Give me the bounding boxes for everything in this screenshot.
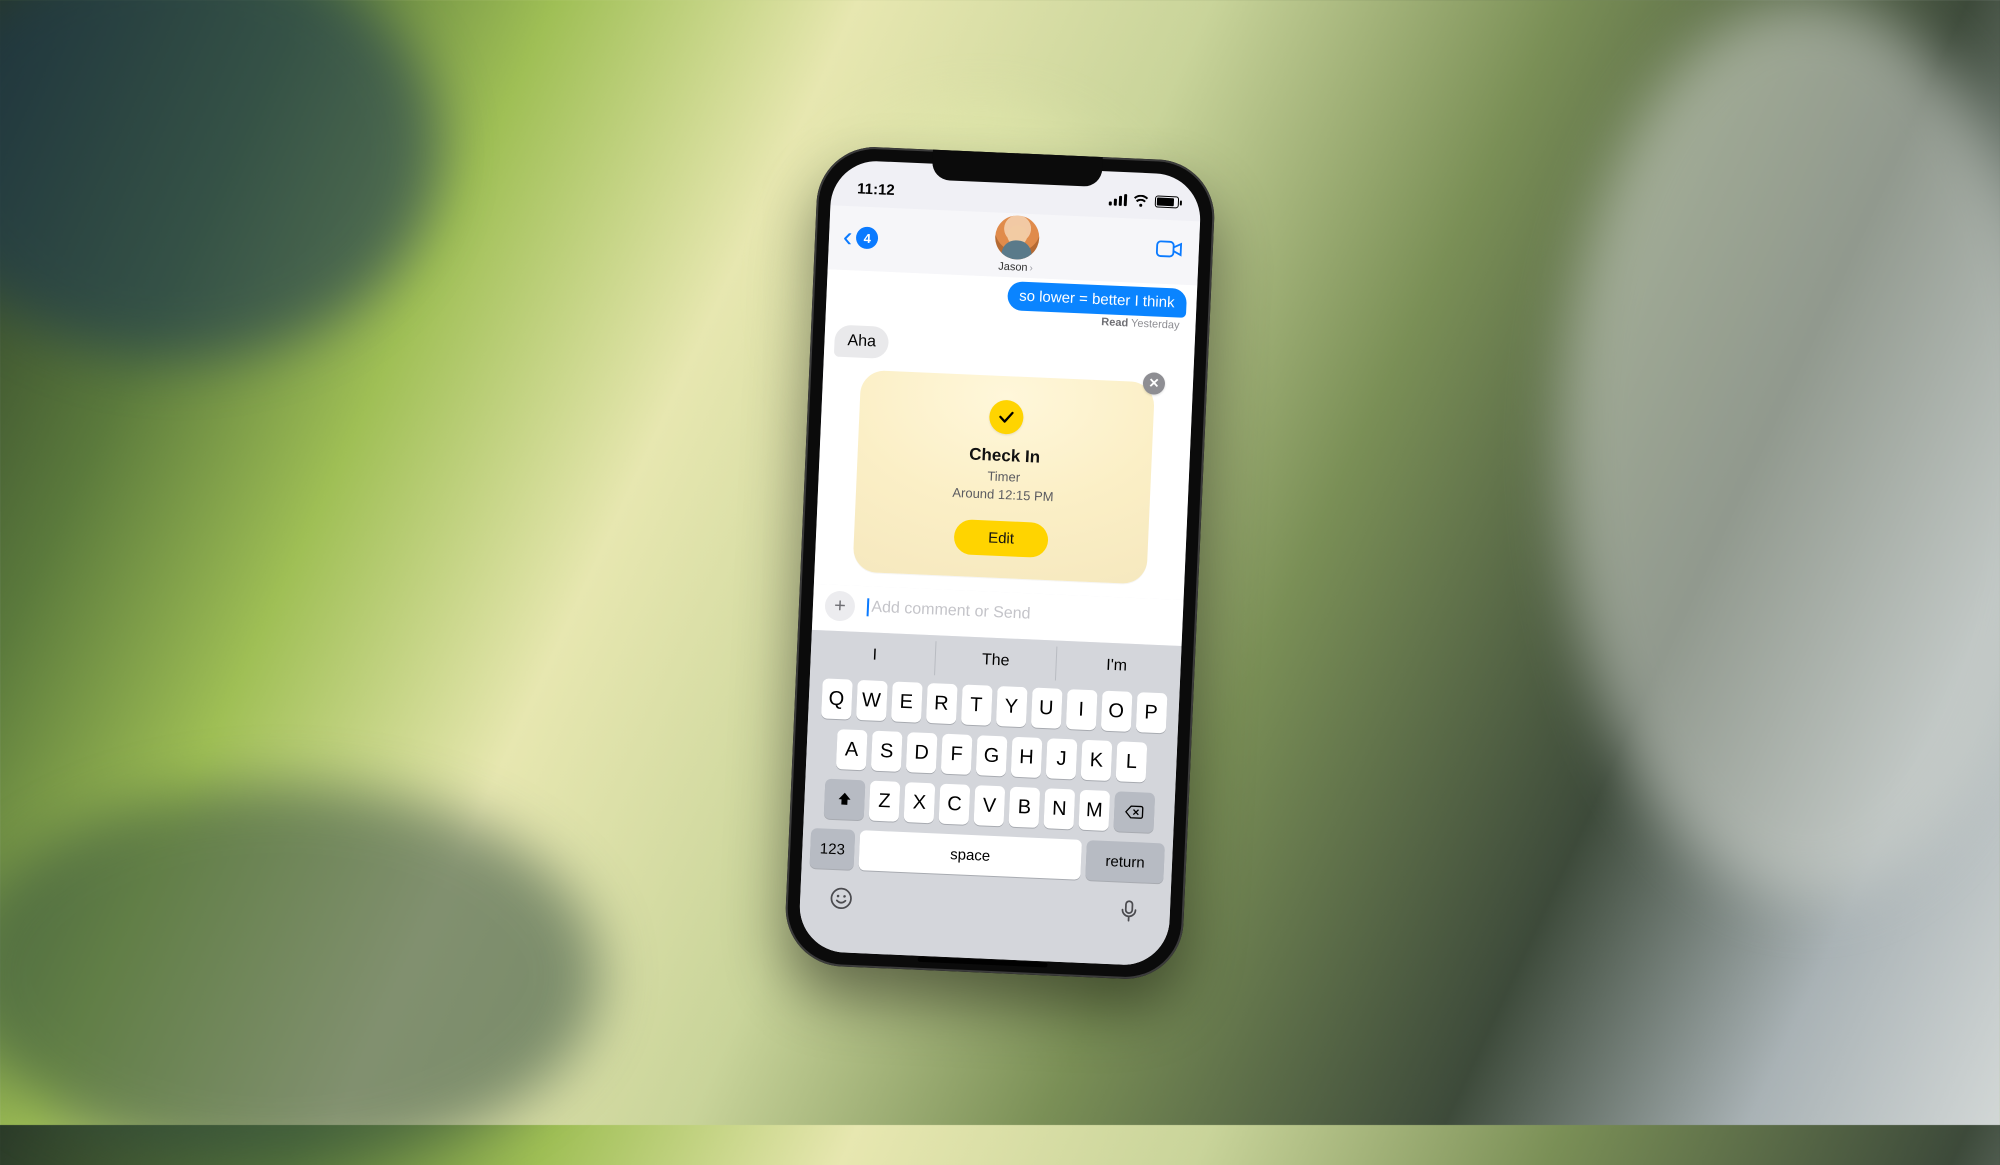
back-button[interactable]: ‹ 4 bbox=[842, 222, 879, 252]
checkin-icon-badge bbox=[989, 399, 1024, 434]
keyboard: I The I'm Q W E R T Y U I O P A S D F bbox=[798, 629, 1182, 966]
key-b[interactable]: B bbox=[1009, 786, 1041, 827]
key-z[interactable]: Z bbox=[869, 780, 901, 821]
received-message-bubble[interactable]: Aha bbox=[834, 324, 890, 358]
key-u[interactable]: U bbox=[1030, 687, 1062, 728]
key-k[interactable]: K bbox=[1081, 739, 1113, 780]
key-h[interactable]: H bbox=[1011, 736, 1043, 777]
key-f[interactable]: F bbox=[941, 733, 973, 774]
key-m[interactable]: M bbox=[1078, 789, 1110, 830]
contact-header[interactable]: Jason › bbox=[993, 214, 1039, 274]
key-row-4: 123 space return bbox=[806, 827, 1169, 883]
close-icon: ✕ bbox=[1148, 375, 1160, 391]
status-time: 11:12 bbox=[857, 179, 895, 198]
key-s[interactable]: S bbox=[871, 730, 903, 771]
sent-message-bubble[interactable]: so lower = better I think bbox=[1007, 281, 1188, 318]
prediction-3[interactable]: I'm bbox=[1056, 646, 1177, 685]
key-w[interactable]: W bbox=[856, 679, 888, 720]
key-row-1: Q W E R T Y U I O P bbox=[812, 677, 1175, 733]
key-row-3: Z X C V B N M bbox=[808, 777, 1171, 833]
key-row-2: A S D F G H J K L bbox=[810, 727, 1173, 783]
microphone-icon bbox=[1115, 897, 1142, 924]
emoji-icon bbox=[828, 884, 855, 911]
key-shift[interactable] bbox=[824, 778, 866, 820]
backspace-icon bbox=[1124, 801, 1145, 822]
key-q[interactable]: Q bbox=[821, 678, 853, 719]
checkin-attachment: ✕ Check In Timer Around 12:15 PM Edit bbox=[852, 369, 1155, 584]
key-o[interactable]: O bbox=[1100, 690, 1132, 731]
key-r[interactable]: R bbox=[925, 682, 957, 723]
unread-count-badge: 4 bbox=[856, 226, 879, 249]
battery-icon bbox=[1155, 195, 1180, 208]
apps-plus-button[interactable]: + bbox=[824, 590, 855, 621]
key-d[interactable]: D bbox=[906, 732, 938, 773]
key-e[interactable]: E bbox=[890, 681, 922, 722]
emoji-keyboard-button[interactable] bbox=[827, 884, 854, 916]
cellular-signal-icon bbox=[1109, 193, 1128, 206]
key-space[interactable]: space bbox=[858, 830, 1082, 880]
chevron-left-icon: ‹ bbox=[842, 222, 853, 250]
key-c[interactable]: C bbox=[939, 783, 971, 824]
facetime-button[interactable] bbox=[1154, 236, 1185, 264]
key-p[interactable]: P bbox=[1135, 692, 1167, 733]
key-return[interactable]: return bbox=[1085, 840, 1165, 883]
screen: 11:12 ‹ 4 Jason › bbox=[798, 159, 1202, 966]
shift-icon bbox=[835, 790, 854, 809]
chevron-right-icon: › bbox=[1029, 262, 1033, 273]
message-input[interactable]: Add comment or Send bbox=[864, 594, 1171, 634]
key-numeric[interactable]: 123 bbox=[810, 828, 856, 870]
message-input-placeholder: Add comment or Send bbox=[871, 598, 1031, 622]
avatar bbox=[994, 214, 1040, 260]
iphone-device-frame: 11:12 ‹ 4 Jason › bbox=[783, 144, 1216, 981]
plus-icon: + bbox=[834, 594, 847, 617]
key-i[interactable]: I bbox=[1065, 689, 1097, 730]
key-j[interactable]: J bbox=[1046, 738, 1078, 779]
key-l[interactable]: L bbox=[1116, 741, 1148, 782]
prediction-2[interactable]: The bbox=[935, 641, 1057, 680]
checkin-edit-button[interactable]: Edit bbox=[953, 519, 1048, 558]
prediction-1[interactable]: I bbox=[814, 636, 936, 675]
predictive-text-bar: I The I'm bbox=[814, 636, 1177, 686]
conversation-scroll[interactable]: so lower = better I think Read Yesterday… bbox=[814, 269, 1197, 600]
key-delete[interactable] bbox=[1113, 791, 1155, 833]
contact-name-label: Jason bbox=[998, 260, 1028, 273]
key-n[interactable]: N bbox=[1043, 788, 1075, 829]
key-a[interactable]: A bbox=[836, 729, 868, 770]
checkin-card[interactable]: Check In Timer Around 12:15 PM Edit bbox=[852, 369, 1155, 584]
key-g[interactable]: G bbox=[976, 735, 1008, 776]
checkmark-icon bbox=[997, 407, 1016, 426]
key-t[interactable]: T bbox=[960, 684, 992, 725]
wifi-icon bbox=[1133, 194, 1150, 207]
key-y[interactable]: Y bbox=[995, 685, 1027, 726]
key-v[interactable]: V bbox=[974, 785, 1006, 826]
key-x[interactable]: X bbox=[904, 782, 936, 823]
dictation-button[interactable] bbox=[1115, 897, 1142, 929]
video-camera-icon bbox=[1154, 236, 1185, 259]
remove-attachment-button[interactable]: ✕ bbox=[1143, 372, 1166, 395]
